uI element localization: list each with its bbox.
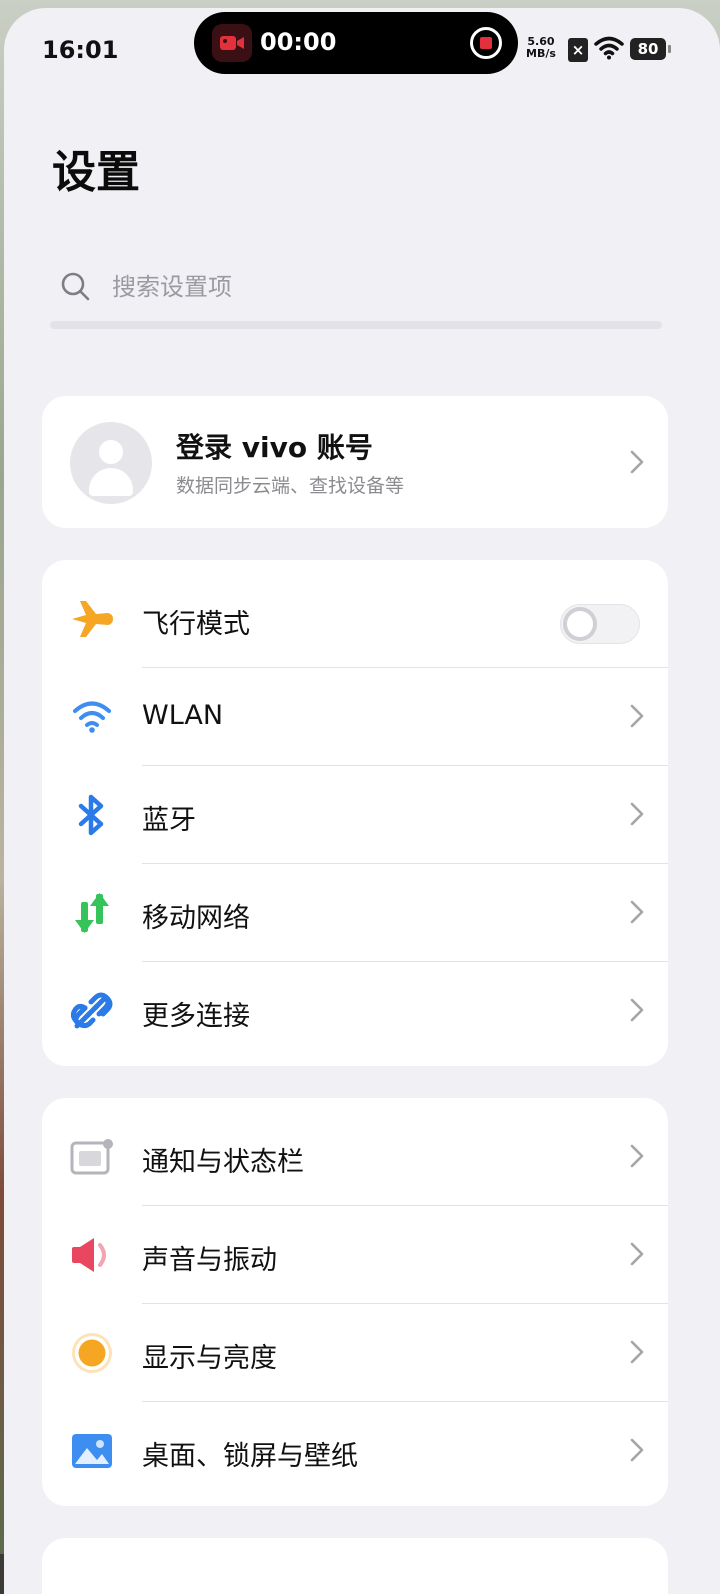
settings-row-mobile-network[interactable]: 移动网络 xyxy=(42,864,668,962)
settings-row-label: 飞行模式 xyxy=(142,609,250,640)
brightness-icon xyxy=(70,1333,114,1373)
settings-row-bluetooth[interactable]: 蓝牙 xyxy=(42,766,668,864)
settings-row-airplane-mode[interactable]: 飞行模式 xyxy=(42,570,668,668)
account-card[interactable]: 登录 vivo 账号 数据同步云端、查找设备等 xyxy=(42,396,668,528)
account-title: 登录 vivo 账号 xyxy=(176,431,373,464)
video-camera-icon xyxy=(212,24,252,62)
airplane-mode-toggle[interactable] xyxy=(560,604,640,644)
wifi-status-icon xyxy=(594,36,624,64)
airplane-icon xyxy=(70,599,114,639)
chevron-right-icon xyxy=(630,802,644,826)
no-sim-icon: × xyxy=(568,38,588,62)
page-title: 设置 xyxy=(52,147,140,198)
settings-row-label: WLAN xyxy=(142,700,224,731)
chevron-right-icon xyxy=(630,900,644,924)
account-subtitle: 数据同步云端、查找设备等 xyxy=(176,475,405,497)
next-settings-card xyxy=(42,1538,668,1594)
mobile-data-icon xyxy=(70,893,114,933)
network-speed: 5.60 MB/s xyxy=(526,36,556,60)
settings-row-sound[interactable]: 声音与振动 xyxy=(42,1206,668,1304)
network-speed-unit: MB/s xyxy=(526,47,556,60)
chevron-right-icon xyxy=(630,1340,644,1364)
settings-row-label: 更多连接 xyxy=(142,1001,250,1032)
settings-row-wallpaper[interactable]: 桌面、锁屏与壁纸 xyxy=(42,1402,668,1500)
screen-recording-pill[interactable]: 00:00 xyxy=(194,12,518,74)
search-icon xyxy=(60,271,92,307)
stop-recording-button[interactable] xyxy=(470,27,502,59)
search-bar[interactable] xyxy=(50,263,662,329)
settings-sheet: 16:01 00:00 5.60 MB/s × 80 设置 搜索设置项 登录 v… xyxy=(4,8,720,1594)
chevron-right-icon xyxy=(630,1144,644,1168)
connectivity-card: 飞行模式 WLAN 蓝牙 移动网络 更多连接 xyxy=(42,560,668,1066)
settings-row-label: 声音与振动 xyxy=(142,1245,277,1276)
wifi-icon xyxy=(70,697,114,737)
settings-row-label: 蓝牙 xyxy=(142,805,196,836)
settings-row-label: 桌面、锁屏与壁纸 xyxy=(142,1441,358,1472)
chevron-right-icon xyxy=(630,1438,644,1462)
wallpaper-icon xyxy=(70,1431,114,1471)
battery-indicator: 80 xyxy=(630,38,671,60)
settings-row-wlan[interactable]: WLAN xyxy=(42,668,668,766)
settings-row-display[interactable]: 显示与亮度 xyxy=(42,1304,668,1402)
settings-row-label: 通知与状态栏 xyxy=(142,1147,304,1178)
settings-row-notifications[interactable]: 通知与状态栏 xyxy=(42,1108,668,1206)
status-bar: 16:01 00:00 5.60 MB/s × 80 xyxy=(4,8,720,88)
link-icon xyxy=(70,991,114,1031)
sound-icon xyxy=(70,1235,114,1275)
chevron-right-icon xyxy=(630,704,644,728)
search-underline xyxy=(50,321,662,329)
status-time: 16:01 xyxy=(42,36,119,64)
settings-row-label: 显示与亮度 xyxy=(142,1343,277,1374)
system-card: 通知与状态栏 声音与振动 显示与亮度 桌面、锁屏与壁纸 xyxy=(42,1098,668,1506)
recording-time: 00:00 xyxy=(260,28,337,56)
settings-row-more-connections[interactable]: 更多连接 xyxy=(42,962,668,1060)
search-input[interactable] xyxy=(112,267,632,307)
chevron-right-icon xyxy=(630,998,644,1022)
settings-row-label: 移动网络 xyxy=(142,903,250,934)
notification-icon xyxy=(70,1137,114,1177)
avatar xyxy=(70,422,152,504)
bluetooth-icon xyxy=(70,794,114,836)
stop-icon xyxy=(480,37,492,49)
chevron-right-icon xyxy=(630,1242,644,1266)
chevron-right-icon xyxy=(630,450,644,474)
